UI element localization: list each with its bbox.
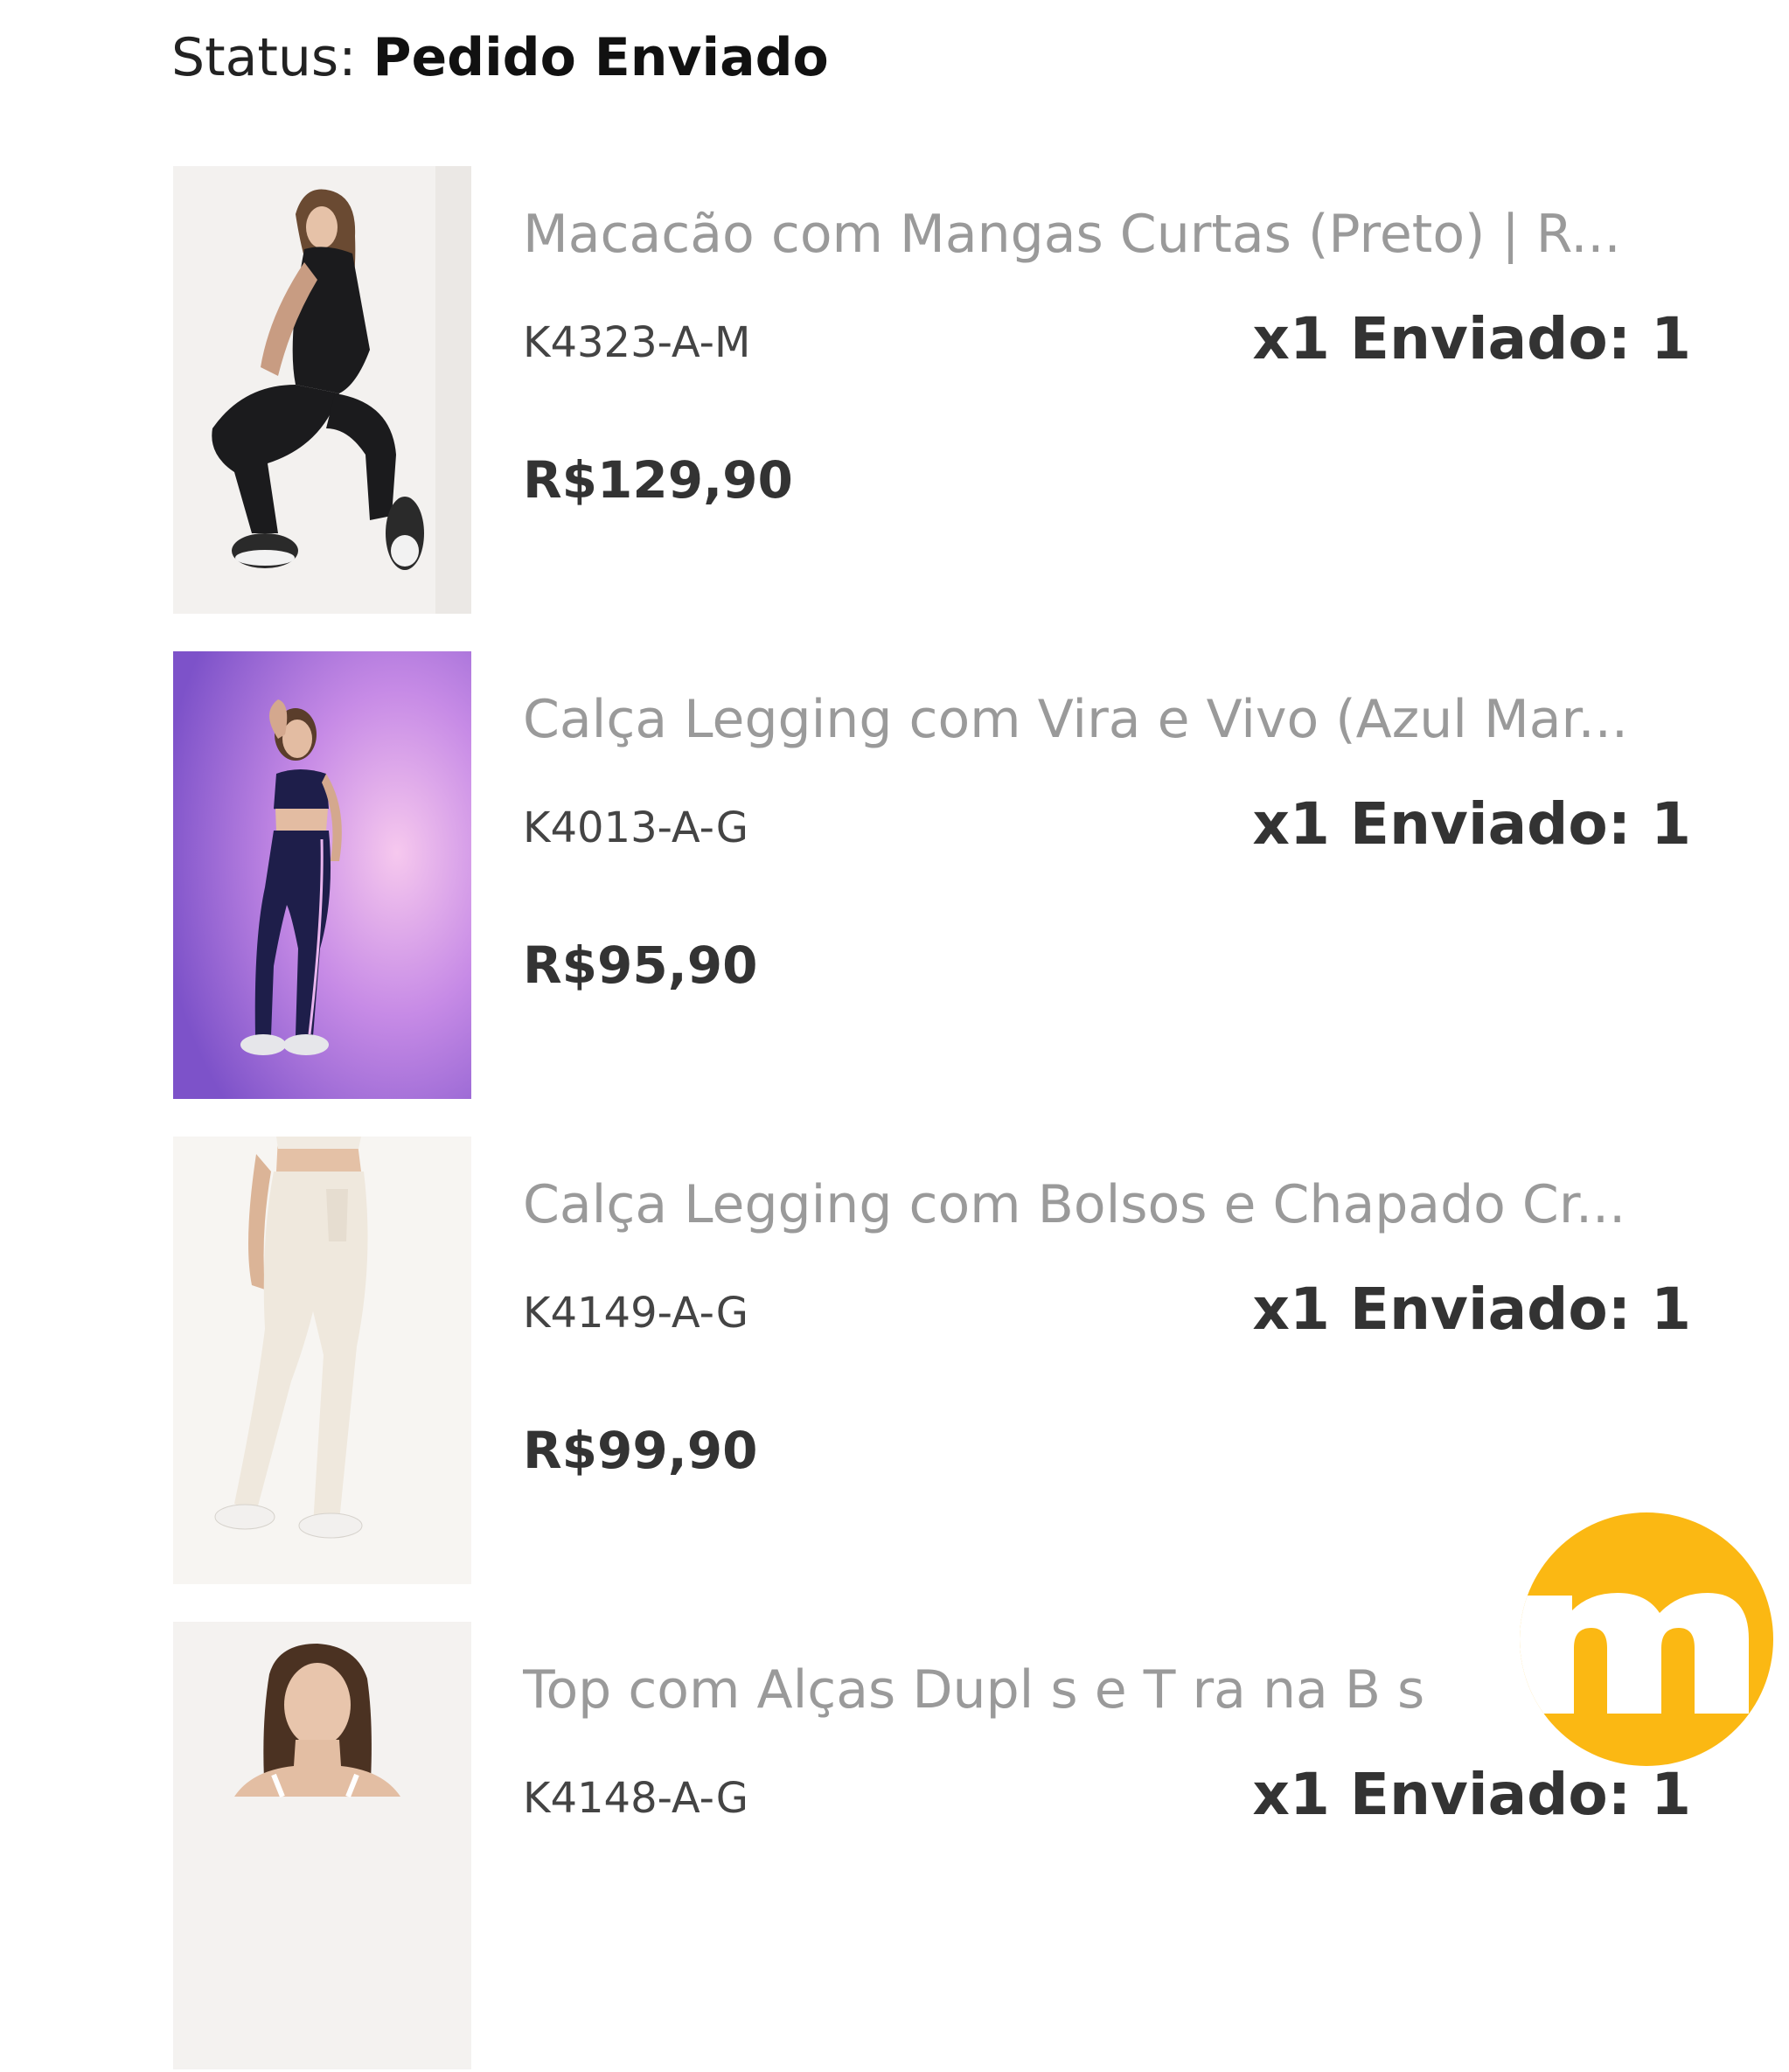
product-sku: K4013-A-G bbox=[523, 803, 748, 852]
order-item[interactable]: Macacão com Mangas Curtas (Preto) | R...… bbox=[173, 166, 1695, 616]
status-value: Pedido Enviado bbox=[372, 27, 829, 88]
product-name[interactable]: Calça Legging com Vira e Vivo (Azul Mar.… bbox=[523, 685, 1660, 754]
product-name[interactable]: Macacão com Mangas Curtas (Preto) | R... bbox=[523, 199, 1660, 269]
product-price: R$99,90 bbox=[523, 1421, 758, 1480]
product-sku: K4149-A-G bbox=[523, 1289, 748, 1338]
product-image[interactable] bbox=[173, 651, 471, 1099]
order-item[interactable]: Calça Legging com Bolsos e Chapado Cr...… bbox=[173, 1137, 1695, 1587]
order-item[interactable]: Calça Legging com Vira e Vivo (Azul Mar.… bbox=[173, 651, 1695, 1102]
product-price: R$129,90 bbox=[523, 450, 793, 510]
product-sku: K4148-A-G bbox=[523, 1774, 748, 1823]
product-image[interactable] bbox=[173, 1137, 471, 1584]
product-image[interactable] bbox=[173, 1622, 471, 2069]
m-logo-icon bbox=[1520, 1593, 1749, 1714]
product-quantity-status: x1 Enviado: 1 bbox=[1252, 790, 1691, 858]
product-quantity-status: x1 Enviado: 1 bbox=[1252, 1276, 1691, 1343]
product-image[interactable] bbox=[173, 166, 471, 614]
status-line: Status: Pedido Enviado bbox=[171, 24, 829, 91]
product-price: R$95,90 bbox=[523, 935, 758, 995]
product-name[interactable]: Calça Legging com Bolsos e Chapado Cr... bbox=[523, 1170, 1660, 1240]
product-quantity-status: x1 Enviado: 1 bbox=[1252, 305, 1691, 372]
product-sku: K4323-A-M bbox=[523, 318, 751, 367]
order-item[interactable]: Top com Alças Dupl s e T ra na B s K4148… bbox=[173, 1622, 1695, 2072]
floating-logo-button[interactable] bbox=[1520, 1512, 1773, 1766]
product-name[interactable]: Top com Alças Dupl s e T ra na B s bbox=[523, 1655, 1660, 1725]
status-label: Status: bbox=[171, 27, 357, 88]
product-quantity-status: x1 Enviado: 1 bbox=[1252, 1761, 1691, 1828]
